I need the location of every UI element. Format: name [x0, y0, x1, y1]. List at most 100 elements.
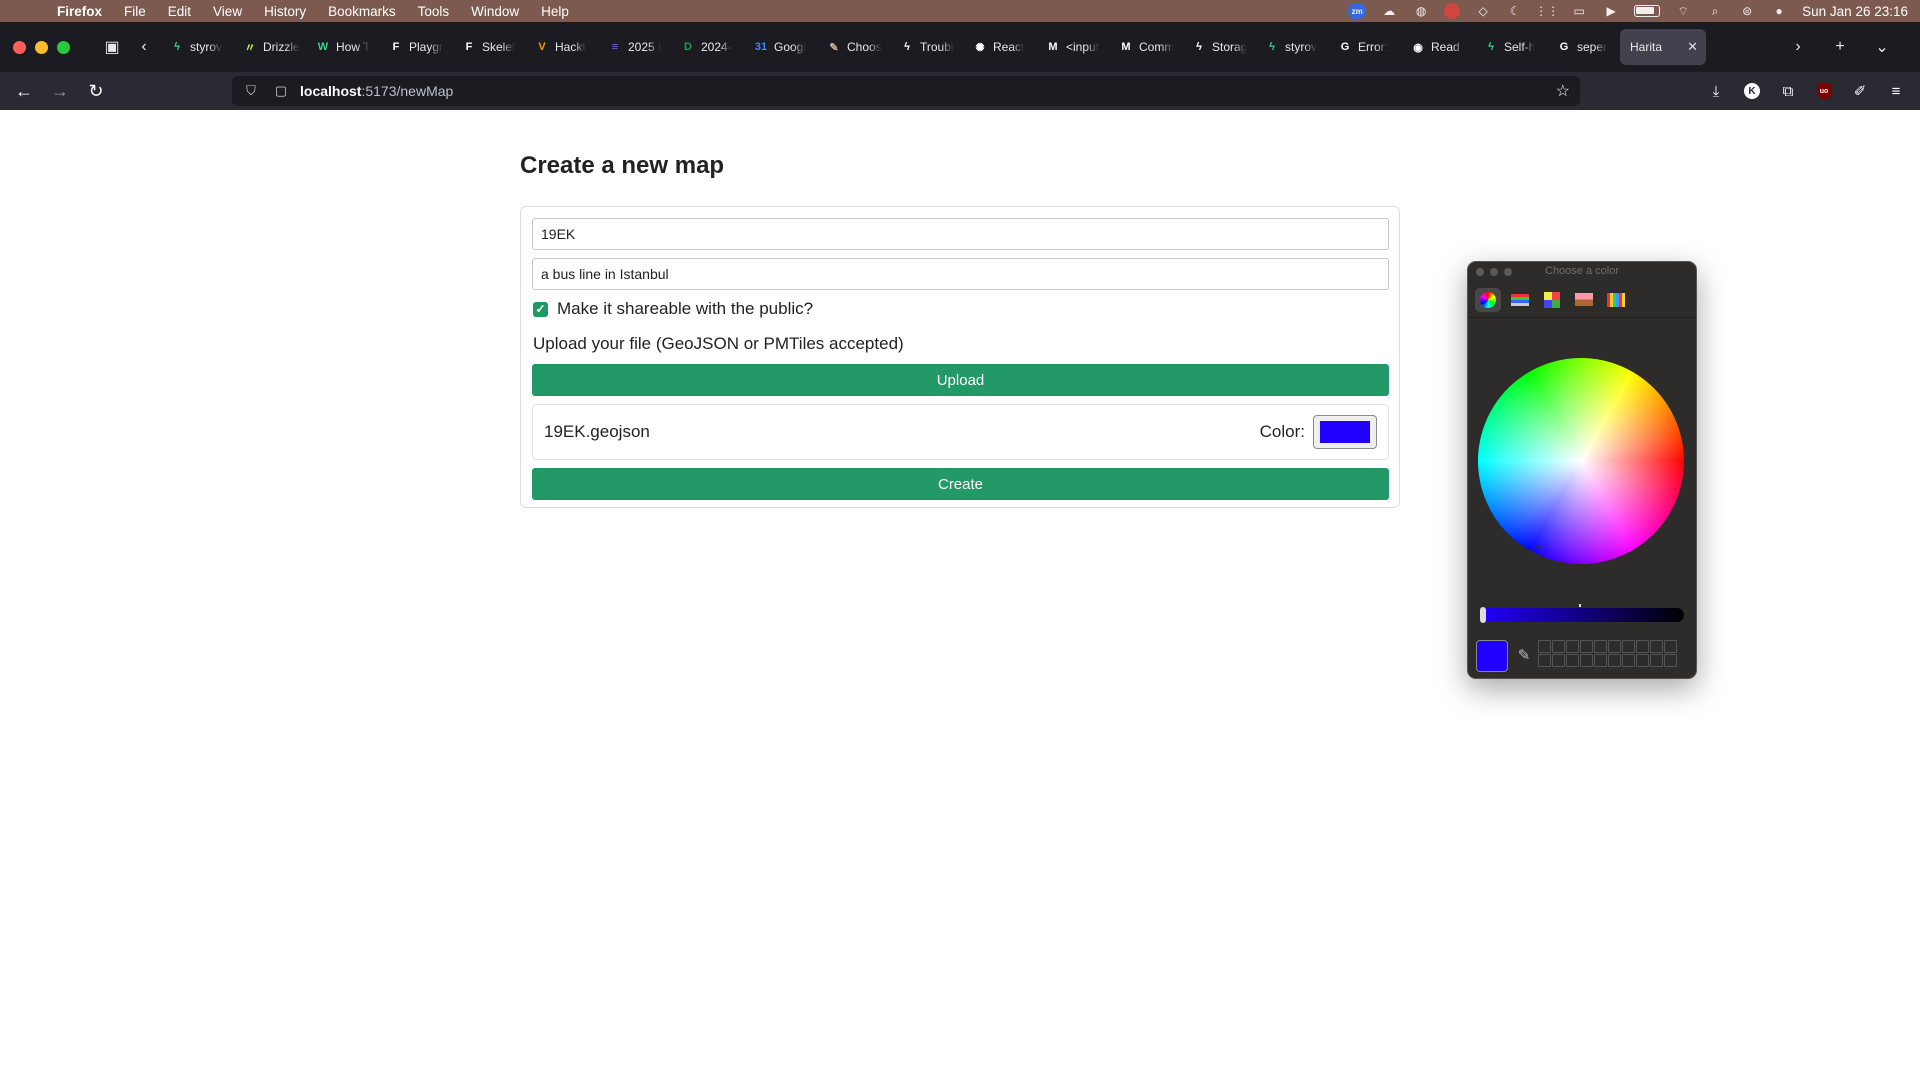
tab-9[interactable]: ✎ Choos [817, 29, 890, 65]
sliders-icon[interactable] [1507, 288, 1533, 312]
tab-6[interactable]: ≡ 2025 I [598, 29, 671, 65]
extensions-puzzle-icon[interactable]: ⧉ [1774, 76, 1802, 106]
menu-window[interactable]: Window [460, 4, 530, 19]
eyedropper-icon[interactable]: ✎ [1514, 646, 1534, 666]
saved-swatch-slot[interactable] [1594, 640, 1607, 653]
tracking-protection-shield-icon[interactable]: ⛉ [240, 83, 262, 99]
saved-swatch-slot[interactable] [1636, 654, 1649, 667]
menu-bookmarks[interactable]: Bookmarks [317, 4, 407, 19]
play-icon[interactable]: ▶ [1602, 4, 1620, 18]
saved-swatch-slot[interactable] [1664, 654, 1677, 667]
url-bar[interactable]: ⛉ ▢ localhost:5173/newMap ☆ [232, 76, 1580, 106]
display-icon[interactable]: ▭ [1570, 4, 1588, 18]
color-wheel-icon[interactable] [1475, 287, 1501, 312]
color-swatch-button[interactable] [1313, 415, 1377, 449]
bookmark-star-icon[interactable]: ☆ [1556, 81, 1570, 101]
brightness-slider[interactable] [1480, 604, 1684, 623]
scroll-tabs-left-icon[interactable]: ‹ [128, 31, 160, 63]
page-info-icon[interactable]: ▢ [270, 83, 292, 99]
back-icon[interactable]: ← [6, 76, 42, 106]
saved-swatch-slot[interactable] [1594, 654, 1607, 667]
cloud-sync-icon[interactable]: ☁ [1380, 4, 1398, 18]
tab-7[interactable]: D 2024- [671, 29, 744, 65]
tab-18[interactable]: ϟ Self-h [1474, 29, 1547, 65]
saved-swatch-slot[interactable] [1650, 654, 1663, 667]
map-name-input[interactable] [532, 218, 1389, 250]
reload-icon[interactable]: ↻ [78, 76, 114, 106]
brightness-slider-knob[interactable] [1480, 607, 1486, 623]
public-checkbox[interactable]: ✓ [533, 301, 548, 317]
saved-swatch-slot[interactable] [1608, 654, 1621, 667]
map-description-input[interactable] [532, 258, 1389, 290]
tab-17[interactable]: ◉ Read : [1401, 29, 1474, 65]
network-globe-icon[interactable]: ◍ [1412, 4, 1430, 18]
saved-swatch-slot[interactable] [1566, 654, 1579, 667]
menu-app-firefox[interactable]: Firefox [46, 4, 113, 19]
downloads-icon[interactable]: ⤓ [1702, 76, 1730, 106]
record-icon[interactable] [1444, 3, 1461, 19]
tab-15[interactable]: ϟ styrov [1255, 29, 1328, 65]
upload-button[interactable]: Upload [532, 364, 1389, 396]
saved-swatch-slot[interactable] [1538, 654, 1551, 667]
account-icon[interactable]: K [1738, 76, 1766, 106]
close-window-button[interactable] [13, 40, 26, 54]
clock[interactable]: Sun Jan 26 23:16 [1802, 4, 1908, 19]
tab-16[interactable]: G Error: [1328, 29, 1401, 65]
forward-icon[interactable]: → [42, 76, 78, 106]
saved-swatch-slot[interactable] [1608, 640, 1621, 653]
list-all-tabs-icon[interactable]: ⌄ [1866, 31, 1898, 63]
diamond-icon[interactable]: ◇ [1474, 4, 1492, 18]
tab-19[interactable]: Gseper [1547, 29, 1620, 65]
create-button[interactable]: Create [532, 468, 1389, 500]
firefox-view-icon[interactable]: ▣ [96, 31, 128, 63]
saved-swatch-slot[interactable] [1552, 654, 1565, 667]
tab-11[interactable]: ✺ React [963, 29, 1036, 65]
saved-swatch-slot[interactable] [1538, 640, 1551, 653]
menu-edit[interactable]: Edit [157, 4, 202, 19]
tab-active-harita[interactable]: Harita ✕ [1620, 29, 1706, 65]
saved-swatch-slot[interactable] [1650, 640, 1663, 653]
saved-swatch-slot[interactable] [1622, 640, 1635, 653]
color-picker-extension-icon[interactable]: ✐ [1846, 76, 1874, 106]
scroll-tabs-right-icon[interactable]: › [1782, 31, 1814, 63]
tab-13[interactable]: M Comm [1109, 29, 1182, 65]
tab-0[interactable]: ϟ styrov [160, 29, 233, 65]
tab-12[interactable]: M <input [1036, 29, 1109, 65]
saved-swatch-slot[interactable] [1664, 640, 1677, 653]
siri-icon[interactable]: ● [1770, 4, 1788, 18]
saved-swatch-slot[interactable] [1580, 654, 1593, 667]
crayons-icon[interactable] [1603, 288, 1629, 312]
image-palette-icon[interactable] [1571, 288, 1597, 312]
grid-icon[interactable]: ⋮⋮ [1535, 4, 1559, 18]
dark-mode-moon-icon[interactable]: ☾ [1506, 4, 1524, 18]
spotlight-search-icon[interactable]: ⌕ [1706, 4, 1724, 18]
saved-swatch-slot[interactable] [1622, 654, 1635, 667]
wifi-icon[interactable]: ⌔ [1674, 4, 1692, 18]
tab-5[interactable]: V Hackt [525, 29, 598, 65]
saved-swatch-slot[interactable] [1580, 640, 1593, 653]
tab-10[interactable]: ϟ Troubl [890, 29, 963, 65]
saved-swatch-slot[interactable] [1566, 640, 1579, 653]
tab-1[interactable]: 〃 Drizzle [233, 29, 306, 65]
menu-history[interactable]: History [253, 4, 317, 19]
app-menu-hamburger-icon[interactable]: ≡ [1882, 76, 1910, 106]
current-color-well[interactable] [1476, 640, 1508, 672]
close-tab-icon[interactable]: ✕ [1687, 39, 1698, 55]
tab-2[interactable]: W How T [306, 29, 379, 65]
palettes-icon[interactable] [1539, 288, 1565, 312]
control-center-icon[interactable]: ⊜ [1738, 4, 1756, 18]
menu-help[interactable]: Help [530, 4, 580, 19]
tab-3[interactable]: F Playgr [379, 29, 452, 65]
tab-8[interactable]: 31 Googl [744, 29, 817, 65]
menu-tools[interactable]: Tools [407, 4, 461, 19]
saved-swatch-slot[interactable] [1636, 640, 1649, 653]
menu-file[interactable]: File [113, 4, 157, 19]
color-wheel[interactable] [1478, 358, 1684, 564]
zoom-icon[interactable]: zm [1348, 3, 1367, 19]
tab-14[interactable]: ϟ Storag [1182, 29, 1255, 65]
ublock-origin-icon[interactable]: uo [1810, 76, 1838, 106]
fullscreen-window-button[interactable] [57, 40, 70, 54]
menu-view[interactable]: View [202, 4, 253, 19]
color-wheel-marker[interactable] [1532, 546, 1542, 556]
minimize-window-button[interactable] [35, 40, 48, 54]
